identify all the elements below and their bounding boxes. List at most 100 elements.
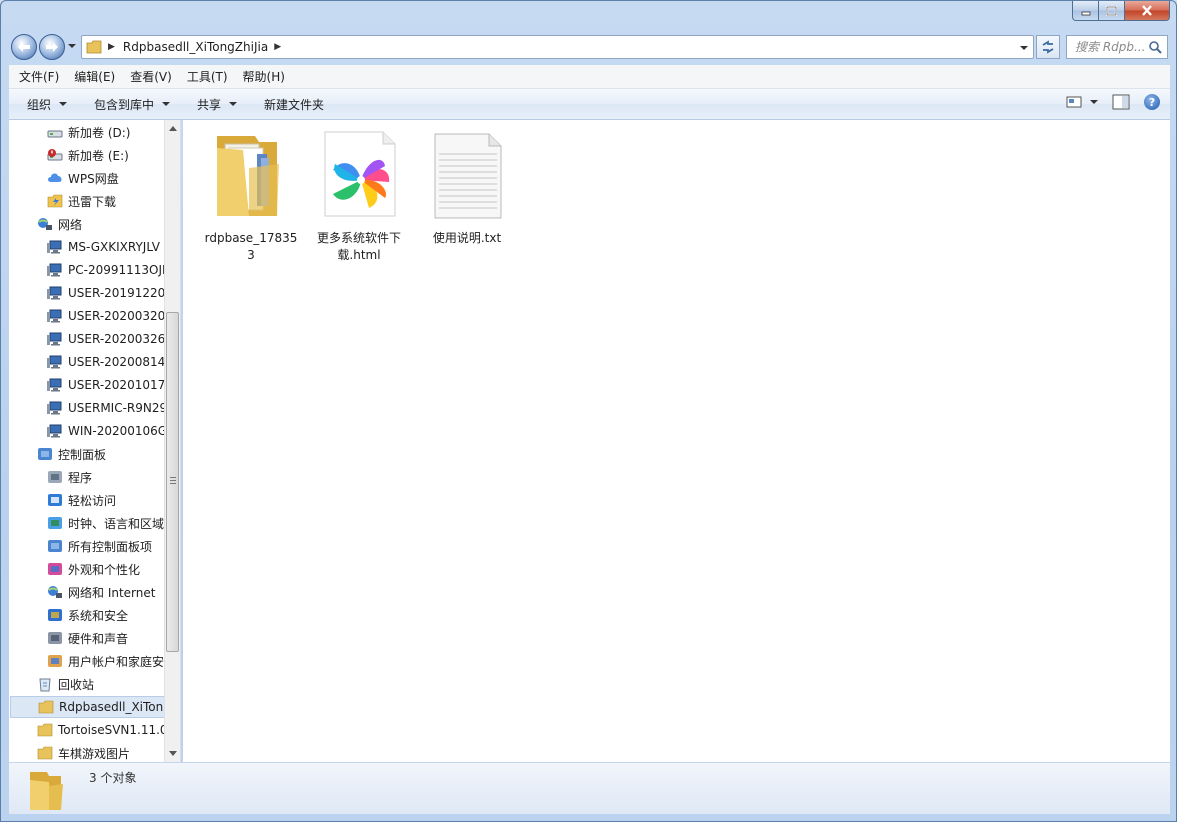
- include-in-library-label: 包含到库中: [94, 97, 155, 112]
- search-input[interactable]: [1075, 40, 1145, 54]
- organize-label: 组织: [27, 97, 52, 112]
- file-item[interactable]: 使用说明.txt: [417, 128, 517, 247]
- browser-icon: [324, 131, 396, 217]
- back-button[interactable]: [11, 34, 37, 60]
- arrow-left-icon: [18, 42, 30, 52]
- nav-item[interactable]: 新加卷 (D:): [47, 121, 165, 143]
- computer-icon: [47, 355, 62, 369]
- scroll-up-icon[interactable]: [169, 126, 177, 131]
- file-item[interactable]: 更多系统软件下载.html: [309, 128, 409, 264]
- nav-item[interactable]: WIN-20200106G: [47, 420, 165, 442]
- nav-item[interactable]: 控制面板: [37, 443, 165, 465]
- nav-item-label: 时钟、语言和区域: [68, 516, 165, 531]
- nav-item[interactable]: WPS网盘: [47, 167, 165, 189]
- nav-item-label: 网络和 Internet: [68, 585, 156, 600]
- help-icon[interactable]: ?: [1144, 94, 1160, 110]
- nav-item[interactable]: 迅雷下载: [47, 190, 165, 212]
- maximize-button[interactable]: [1099, 1, 1125, 21]
- nav-item[interactable]: USER-20191220I: [47, 282, 165, 304]
- navigation-pane: 新加卷 (D:) 新加卷 (E:) WPS网盘迅雷下载网络 MS-GXKIXRYJLV…: [9, 120, 181, 762]
- nav-item-label: TortoiseSVN1.11.0: [58, 723, 165, 737]
- nav-item[interactable]: USER-20200320(: [47, 305, 165, 327]
- computer-icon: [47, 263, 62, 277]
- nav-item-label: MS-GXKIXRYJLV: [68, 240, 160, 254]
- nav-item-label: 新加卷 (E:): [68, 148, 129, 163]
- nav-item-label: PC-20991113OJE: [68, 263, 165, 277]
- nav-item[interactable]: PC-20991113OJE: [47, 259, 165, 281]
- folder-icon: [37, 723, 53, 737]
- nav-item[interactable]: 用户帐户和家庭安: [47, 650, 165, 672]
- scrollbar-thumb[interactable]: [166, 312, 179, 652]
- nav-item-label: 轻松访问: [68, 493, 117, 508]
- nav-item[interactable]: 时钟、语言和区域: [47, 512, 165, 534]
- breadcrumb-separator[interactable]: ▶: [274, 42, 281, 52]
- nav-item[interactable]: USER-20201017I: [47, 374, 165, 396]
- address-bar[interactable]: ▶ Rdpbasedll_XiTongZhiJia ▶: [81, 35, 1034, 59]
- menu-tools[interactable]: 工具(T): [177, 68, 233, 85]
- menu-view[interactable]: 查看(V): [120, 68, 177, 85]
- nav-item[interactable]: MS-GXKIXRYJLV: [47, 236, 165, 258]
- share-label: 共享: [197, 97, 222, 112]
- recycle-bin-icon: [39, 678, 51, 692]
- computer-icon: [47, 286, 62, 300]
- nav-item-label: 网络: [58, 217, 83, 232]
- chevron-down-icon: [162, 102, 171, 106]
- preview-pane-icon[interactable]: [1112, 94, 1130, 110]
- nav-item[interactable]: 新加卷 (E:): [47, 144, 165, 166]
- new-folder-button[interactable]: 新建文件夹: [255, 89, 333, 119]
- nav-item-label: 硬件和声音: [68, 631, 129, 646]
- nav-item-label: USER-20200326\: [68, 332, 165, 346]
- menu-file[interactable]: 文件(F): [9, 68, 64, 85]
- nav-item[interactable]: 轻松访问: [47, 489, 165, 511]
- nav-item[interactable]: 程序: [47, 466, 165, 488]
- minimize-button[interactable]: [1072, 1, 1099, 21]
- nav-item[interactable]: TortoiseSVN1.11.0: [37, 719, 165, 741]
- nav-item-label: WPS网盘: [68, 171, 119, 186]
- nav-item[interactable]: 网络: [37, 213, 165, 235]
- address-history-dropdown[interactable]: [1019, 43, 1029, 53]
- file-item[interactable]: rdpbase_178353: [201, 128, 301, 264]
- recent-pages-dropdown[interactable]: [67, 41, 77, 51]
- scroll-down-icon[interactable]: [169, 751, 177, 756]
- nav-item[interactable]: 车棋游戏图片: [37, 742, 165, 762]
- close-button[interactable]: [1125, 1, 1170, 21]
- computer-icon: [47, 424, 62, 438]
- change-view-button[interactable]: [1066, 95, 1098, 109]
- computer-icon: [47, 378, 62, 392]
- user-accounts-icon: [48, 655, 62, 667]
- search-icon[interactable]: [1148, 40, 1162, 54]
- search-box[interactable]: [1066, 35, 1168, 59]
- programs-icon: [48, 471, 62, 483]
- hardware-sound-icon: [48, 632, 62, 644]
- menu-edit[interactable]: 编辑(E): [64, 68, 120, 85]
- refresh-button[interactable]: [1036, 35, 1060, 59]
- include-in-library-button[interactable]: 包含到库中: [85, 89, 179, 119]
- folder-icon: [86, 40, 102, 54]
- grip-icon: [170, 477, 176, 484]
- forward-button[interactable]: [39, 34, 65, 60]
- nav-item-label: USER-20200320(: [68, 309, 165, 323]
- folder-icon: [217, 136, 279, 216]
- nav-item[interactable]: 所有控制面板项: [47, 535, 165, 557]
- nav-item[interactable]: 硬件和声音: [47, 627, 165, 649]
- nav-scrollbar[interactable]: [164, 120, 180, 762]
- share-button[interactable]: 共享: [188, 89, 246, 119]
- breadcrumb-current[interactable]: Rdpbasedll_XiTongZhiJia: [123, 40, 268, 54]
- computer-icon: [47, 401, 62, 415]
- nav-item-label: 新加卷 (D:): [68, 125, 131, 140]
- nav-item[interactable]: Rdpbasedll_XiTon: [10, 696, 165, 718]
- nav-item[interactable]: 外观和个性化: [47, 558, 165, 580]
- menu-help[interactable]: 帮助(H): [233, 68, 290, 85]
- breadcrumb-separator[interactable]: ▶: [108, 42, 115, 52]
- nav-item[interactable]: 系统和安全: [47, 604, 165, 626]
- organize-button[interactable]: 组织: [18, 89, 76, 119]
- nav-item[interactable]: USER-20200814/: [47, 351, 165, 373]
- nav-item[interactable]: 网络和 Internet: [47, 581, 165, 603]
- system-security-icon: [48, 609, 62, 621]
- caption-buttons: [1072, 1, 1170, 22]
- nav-item-label: 外观和个性化: [68, 562, 141, 577]
- control-panel-icon: [48, 540, 62, 552]
- nav-item[interactable]: 回收站: [37, 673, 165, 695]
- nav-item[interactable]: USERMIC-R9N29: [47, 397, 165, 419]
- nav-item[interactable]: USER-20200326\: [47, 328, 165, 350]
